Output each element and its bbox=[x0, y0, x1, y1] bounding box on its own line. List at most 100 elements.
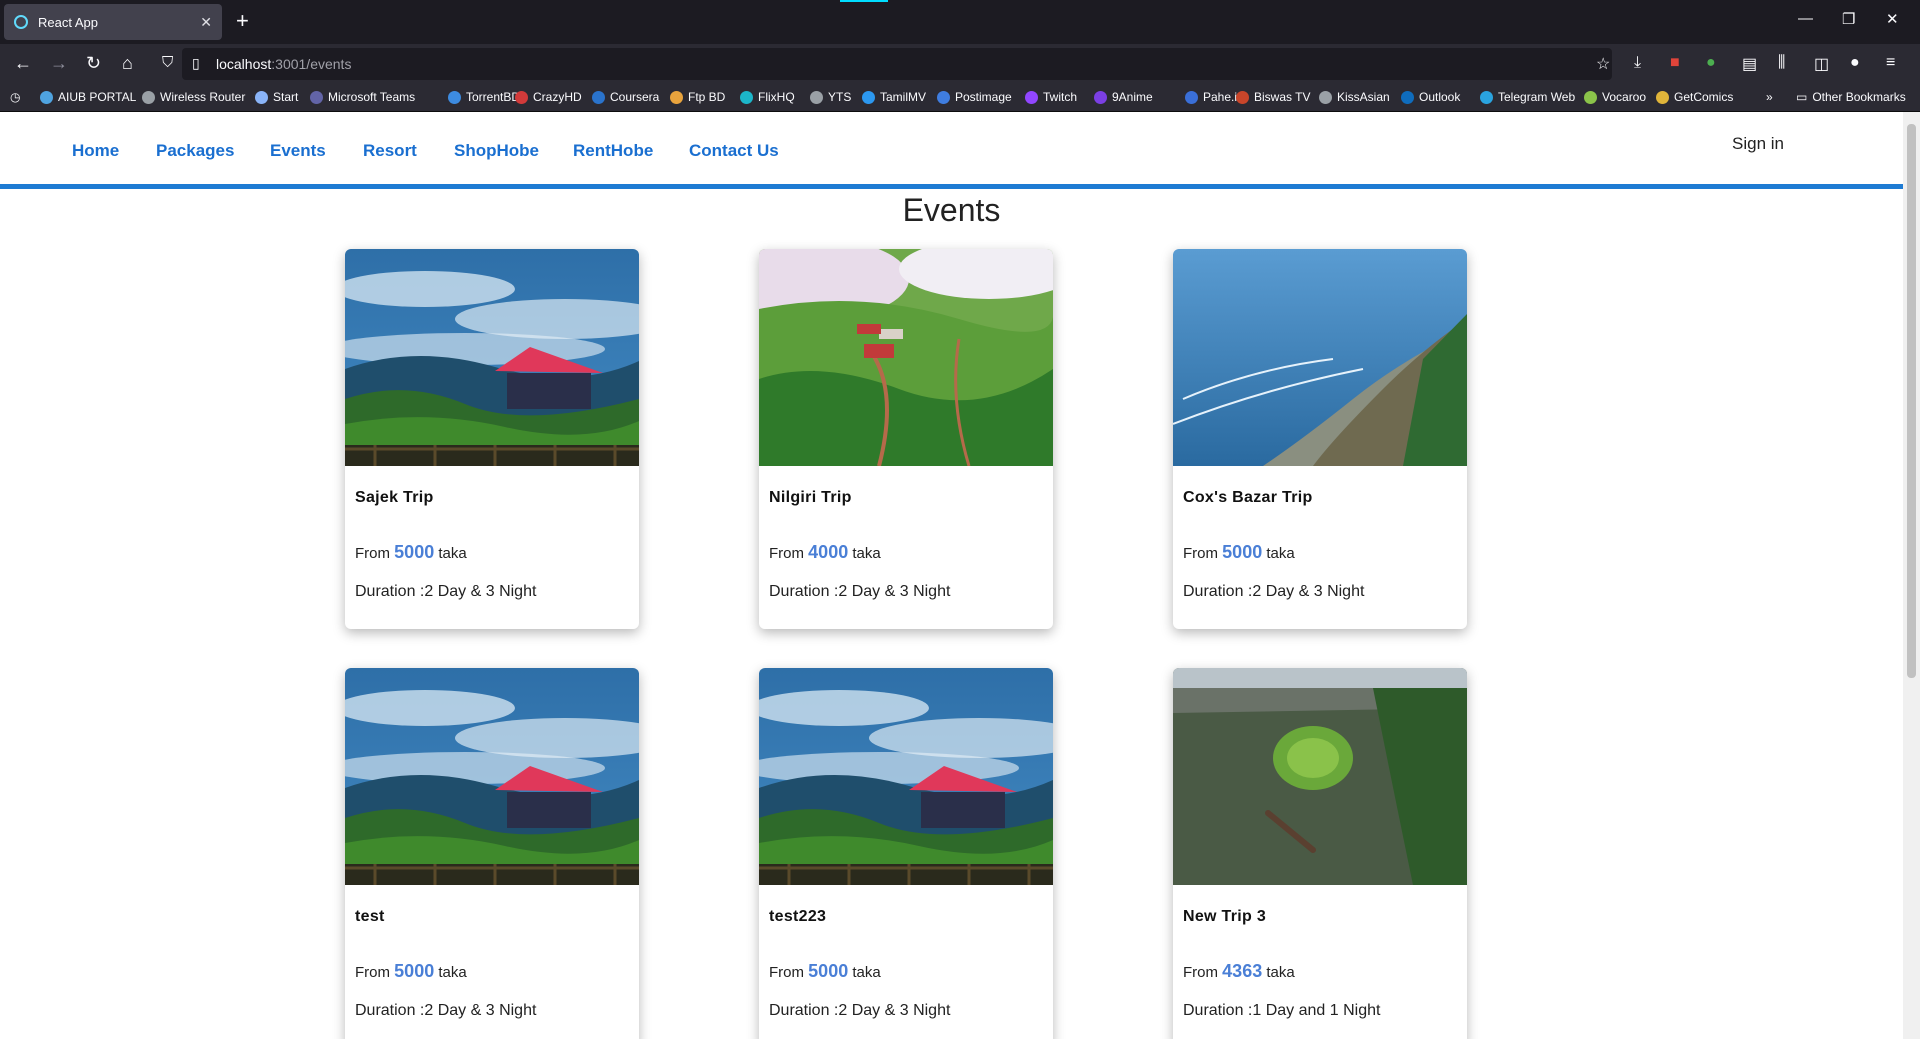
sign-in-link[interactable]: Sign in bbox=[1732, 134, 1784, 154]
bookmark-label: KissAsian bbox=[1337, 90, 1390, 104]
bookmark-favicon-icon bbox=[937, 90, 950, 104]
sidebar-icon[interactable]: ◫ bbox=[1814, 54, 1829, 74]
bookmark-label: YTS bbox=[828, 90, 852, 104]
library-icon[interactable]: ⫼ bbox=[1778, 54, 1785, 72]
close-window-icon[interactable]: ✕ bbox=[1886, 10, 1899, 28]
bookmark-label: Biswas TV bbox=[1254, 90, 1311, 104]
collections-icon[interactable]: ▤ bbox=[1742, 54, 1757, 74]
bookmark-item[interactable]: Biswas TV bbox=[1236, 90, 1310, 104]
from-label: From bbox=[1183, 964, 1218, 981]
forward-icon[interactable]: → bbox=[50, 53, 68, 73]
reload-icon[interactable]: ↻ bbox=[86, 53, 101, 73]
restore-icon[interactable]: ❐ bbox=[1842, 10, 1855, 28]
nav-shophobe[interactable]: ShopHobe bbox=[454, 141, 539, 161]
bookmark-item[interactable]: Ftp BD bbox=[670, 90, 725, 104]
back-icon[interactable]: ← bbox=[14, 53, 32, 73]
bookmark-label: Vocaroo bbox=[1602, 90, 1647, 104]
nav-contact-us[interactable]: Contact Us bbox=[689, 141, 779, 161]
bookmark-favicon-icon bbox=[1480, 90, 1493, 104]
page-scrollbar[interactable] bbox=[1903, 112, 1920, 1039]
from-label: From bbox=[355, 545, 390, 562]
nav-home[interactable]: Home bbox=[72, 141, 119, 161]
extension-icon[interactable]: ● bbox=[1706, 54, 1716, 72]
bookmark-item[interactable]: Twitch bbox=[1025, 90, 1077, 104]
bookmark-item[interactable]: Vocaroo bbox=[1584, 90, 1646, 104]
event-image bbox=[345, 249, 639, 466]
account-icon[interactable]: ● bbox=[1850, 54, 1860, 72]
event-price: From 4000 taka bbox=[769, 542, 881, 563]
currency-label: taka bbox=[852, 545, 881, 562]
nav-renthobe[interactable]: RentHobe bbox=[573, 141, 653, 161]
star-icon[interactable]: ☆ bbox=[1596, 54, 1610, 74]
nav-events[interactable]: Events bbox=[270, 141, 326, 161]
nav-packages[interactable]: Packages bbox=[156, 141, 234, 161]
bookmark-favicon-icon bbox=[448, 90, 461, 104]
new-tab-icon[interactable]: + bbox=[236, 10, 249, 32]
menu-icon[interactable]: ≡ bbox=[1886, 54, 1895, 72]
bookmarks-bar: ◷ AIUB PORTAL Wireless Router Start Microso… bbox=[0, 84, 1920, 112]
bookmark-item[interactable]: CrazyHD bbox=[515, 90, 582, 104]
bookmark-item[interactable]: Pahe.in bbox=[1185, 90, 1244, 104]
download-icon[interactable]: ⤓ bbox=[1634, 54, 1641, 72]
nav-resort[interactable]: Resort bbox=[363, 141, 417, 161]
from-label: From bbox=[769, 545, 804, 562]
tab-bar: React App ✕ + — ❐ ✕ bbox=[0, 0, 1920, 44]
bookmark-item[interactable]: Outlook bbox=[1401, 90, 1460, 104]
home-icon[interactable]: ⌂ bbox=[122, 53, 133, 73]
event-image bbox=[1173, 668, 1467, 885]
event-card[interactable]: Cox's Bazar Trip From 5000 taka Duration :… bbox=[1173, 249, 1467, 629]
history-icon[interactable]: ◷ bbox=[10, 90, 20, 104]
bookmark-favicon-icon bbox=[670, 90, 683, 104]
close-tab-icon[interactable]: ✕ bbox=[200, 14, 212, 31]
event-image bbox=[345, 668, 639, 885]
scroll-thumb[interactable] bbox=[1907, 124, 1916, 678]
bookmark-favicon-icon bbox=[515, 90, 528, 104]
bookmark-item[interactable]: TorrentBD bbox=[448, 90, 520, 104]
event-card[interactable]: test From 5000 taka Duration :2 Day & 3 Ni… bbox=[345, 668, 639, 1039]
bookmark-item[interactable]: AIUB PORTAL bbox=[40, 90, 136, 104]
page-icon: ▯ bbox=[192, 55, 200, 71]
bookmark-label: Coursera bbox=[610, 90, 660, 104]
event-name: Nilgiri Trip bbox=[769, 489, 852, 506]
event-card[interactable]: test223 From 5000 taka Duration :2 Day & 3… bbox=[759, 668, 1053, 1039]
currency-label: taka bbox=[438, 964, 467, 981]
bookmark-item[interactable]: TamilMV bbox=[862, 90, 926, 104]
bookmark-item[interactable]: Postimage bbox=[937, 90, 1012, 104]
other-bookmarks[interactable]: ▭ Other Bookmarks bbox=[1796, 90, 1906, 104]
url-bar[interactable] bbox=[182, 48, 1612, 80]
more-bookmarks-icon[interactable]: » bbox=[1766, 90, 1773, 104]
event-card[interactable]: Nilgiri Trip From 4000 taka Duration :2 Da… bbox=[759, 249, 1053, 629]
page-title: Events bbox=[902, 192, 1001, 228]
price-amount: 5000 bbox=[1222, 542, 1263, 562]
bookmark-item[interactable]: 9Anime bbox=[1094, 90, 1153, 104]
bookmark-label: AIUB PORTAL bbox=[58, 90, 137, 104]
event-price: From 5000 taka bbox=[355, 961, 467, 982]
bookmark-item[interactable]: FlixHQ bbox=[740, 90, 795, 104]
minimize-icon[interactable]: — bbox=[1798, 10, 1813, 27]
bookmark-item[interactable]: Telegram Web bbox=[1480, 90, 1575, 104]
page-content: Home Packages Events Resort ShopHobe Ren… bbox=[0, 112, 1903, 1039]
bookmark-item[interactable]: KissAsian bbox=[1319, 90, 1390, 104]
price-amount: 4000 bbox=[808, 542, 849, 562]
ublock-icon[interactable]: ■ bbox=[1670, 54, 1680, 72]
bookmark-item[interactable]: GetComics bbox=[1656, 90, 1733, 104]
bookmark-favicon-icon bbox=[1656, 90, 1669, 104]
bookmark-item[interactable]: YTS bbox=[810, 90, 851, 104]
bookmark-label: Telegram Web bbox=[1498, 90, 1576, 104]
shield-icon[interactable]: ⛉ bbox=[162, 53, 173, 73]
event-card[interactable]: New Trip 3 From 4363 taka Duration :1 Day … bbox=[1173, 668, 1467, 1039]
price-amount: 5000 bbox=[808, 961, 849, 981]
bookmark-item[interactable]: Start bbox=[255, 90, 298, 104]
bookmark-item[interactable]: Coursera bbox=[592, 90, 659, 104]
event-duration: Duration :2 Day & 3 Night bbox=[355, 583, 537, 600]
event-duration: Duration :2 Day & 3 Night bbox=[769, 583, 951, 600]
bookmark-favicon-icon bbox=[810, 90, 823, 104]
bookmark-label: Microsoft Teams bbox=[328, 90, 416, 104]
event-card[interactable]: Sajek Trip From 5000 taka Duration :2 Day … bbox=[345, 249, 639, 629]
browser-tab[interactable]: React App ✕ bbox=[4, 4, 222, 40]
bookmark-label: Start bbox=[273, 90, 299, 104]
url-text[interactable]: localhost:3001/events bbox=[216, 56, 351, 72]
bookmark-item[interactable]: Microsoft Teams bbox=[310, 90, 415, 104]
bookmark-label: Wireless Router bbox=[160, 90, 246, 104]
bookmark-item[interactable]: Wireless Router bbox=[142, 90, 245, 104]
